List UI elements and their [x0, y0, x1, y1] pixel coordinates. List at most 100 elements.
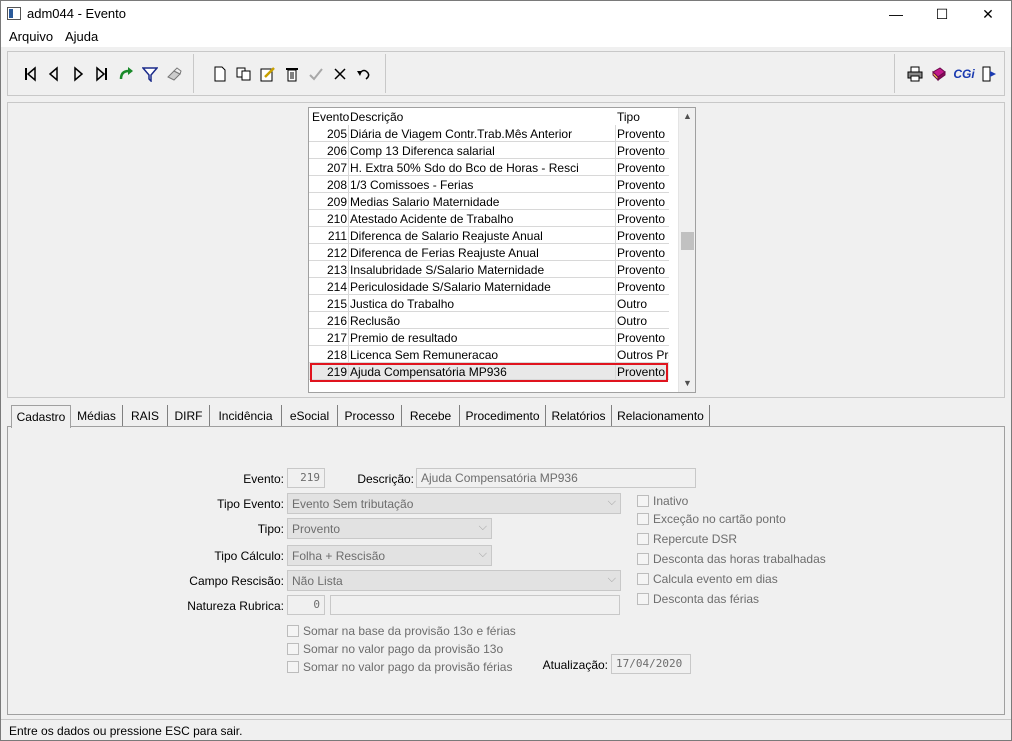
column-divider: [348, 346, 349, 363]
checkbox-icon: [637, 573, 649, 585]
tipo-calculo-select[interactable]: Folha + Rescisão ⌵: [287, 545, 492, 566]
confirm-button[interactable]: [306, 64, 326, 84]
scroll-down-icon[interactable]: ▼: [679, 375, 696, 392]
previous-record-button[interactable]: [44, 64, 64, 84]
print-button[interactable]: [905, 64, 925, 84]
eraser-button[interactable]: [164, 64, 184, 84]
tipo-select[interactable]: Provento ⌵: [287, 518, 492, 539]
tab-cadastro[interactable]: Cadastro: [11, 405, 71, 428]
right-toolbar-group: CGi: [894, 54, 1004, 93]
table-row[interactable]: 212 Diferenca de Ferias Reajuste Anual Pro…: [309, 244, 669, 261]
grid-rows: 205 Diária de Viagem Contr.Trab.Mês Anter…: [309, 125, 669, 380]
copy-button[interactable]: [234, 64, 254, 84]
tipo-evento-select[interactable]: Evento Sem tributação ⌵: [287, 493, 621, 514]
minimize-button[interactable]: —: [873, 1, 919, 27]
close-button[interactable]: ✕: [965, 1, 1011, 27]
tab-processo[interactable]: Processo: [338, 405, 402, 427]
cell-descricao: Justica do Trabalho: [350, 297, 455, 311]
descricao-field[interactable]: Ajuda Compensatória MP936: [416, 468, 696, 488]
table-row[interactable]: 216 Reclusão Outro: [309, 312, 669, 329]
chk-somar-valor-ferias[interactable]: Somar no valor pago da provisão férias: [287, 660, 512, 674]
evento-field[interactable]: 219: [287, 468, 325, 488]
new-button[interactable]: [210, 64, 230, 84]
cancel-button[interactable]: [330, 64, 350, 84]
checkbox-icon: [637, 513, 649, 525]
cell-descricao: Diferenca de Salario Reajuste Anual: [350, 229, 543, 243]
column-header-tipo[interactable]: Tipo: [617, 110, 640, 124]
tab-relacionamento[interactable]: Relacionamento: [612, 405, 710, 427]
tab-rais[interactable]: RAIS: [123, 405, 168, 427]
delete-button[interactable]: [282, 64, 302, 84]
scroll-up-icon[interactable]: ▲: [679, 108, 696, 125]
table-row[interactable]: 215 Justica do Trabalho Outro: [309, 295, 669, 312]
chk-repercute-dsr[interactable]: Repercute DSR: [637, 532, 737, 546]
exit-icon: [982, 66, 996, 82]
scroll-thumb[interactable]: [681, 232, 694, 250]
events-grid[interactable]: Evento Descrição Tipo 205 Diária de Viage…: [308, 107, 696, 393]
column-divider: [348, 125, 349, 142]
tab-medias[interactable]: Médias: [71, 405, 123, 427]
menu-arquivo[interactable]: Arquivo: [9, 29, 53, 44]
column-divider: [615, 278, 616, 295]
campo-rescisao-select[interactable]: Não Lista ⌵: [287, 570, 621, 591]
window-title: adm044 - Evento: [27, 6, 127, 21]
app-icon[interactable]: [7, 7, 21, 20]
table-row[interactable]: 207 H. Extra 50% Sdo do Bco de Horas - Re…: [309, 159, 669, 176]
filter-button[interactable]: [140, 64, 160, 84]
undo-button[interactable]: [354, 64, 374, 84]
checkbox-label: Calcula evento em dias: [653, 572, 778, 586]
column-divider: [348, 363, 349, 380]
checkbox-label: Repercute DSR: [653, 532, 738, 546]
grid-scrollbar[interactable]: ▲ ▼: [678, 108, 695, 392]
chk-somar-valor-13o[interactable]: Somar no valor pago da provisão 13o: [287, 642, 503, 656]
tab-label: RAIS: [130, 409, 159, 423]
cell-tipo: Provento: [617, 263, 666, 277]
table-row[interactable]: 214 Periculosidade S/Salario Maternidade P…: [309, 278, 669, 295]
exit-button[interactable]: [979, 64, 999, 84]
table-row[interactable]: 211 Diferenca de Salario Reajuste Anual Pr…: [309, 227, 669, 244]
column-divider: [348, 244, 349, 261]
table-row[interactable]: 219 Ajuda Compensatória MP936 Provento: [309, 363, 669, 380]
previous-record-icon: [48, 66, 58, 82]
tab-label: DIRF: [174, 409, 203, 423]
refresh-icon: [119, 67, 133, 80]
chk-excecao-cartao-ponto[interactable]: Exceção no cartão ponto: [637, 512, 786, 526]
tab-dirf[interactable]: DIRF: [168, 405, 210, 427]
cell-evento: 211: [327, 229, 347, 243]
table-row[interactable]: 217 Premio de resultado Provento: [309, 329, 669, 346]
table-row[interactable]: 205 Diária de Viagem Contr.Trab.Mês Anter…: [309, 125, 669, 142]
table-row[interactable]: 206 Comp 13 Diferenca salarial Provento: [309, 142, 669, 159]
tab-relatorios[interactable]: Relatórios: [546, 405, 612, 427]
chk-desconta-ferias[interactable]: Desconta das férias: [637, 592, 759, 606]
cell-tipo: Provento: [617, 212, 666, 226]
column-divider: [348, 210, 349, 227]
table-row[interactable]: 218Licenca Sem Remuneracao Outros Pro: [309, 346, 669, 363]
last-record-button[interactable]: [92, 64, 112, 84]
table-row[interactable]: 213 Insalubridade S/Salario Maternidade Pr…: [309, 261, 669, 278]
chk-calcula-em-dias[interactable]: Calcula evento em dias: [637, 572, 778, 586]
edit-button[interactable]: [258, 64, 278, 84]
cell-tipo: Provento: [617, 144, 666, 158]
column-header-evento[interactable]: Evento: [312, 110, 349, 124]
table-row[interactable]: 210 Atestado Acidente de Trabalho Provento: [309, 210, 669, 227]
tab-recebe[interactable]: Recebe: [402, 405, 460, 427]
column-header-descricao[interactable]: Descrição: [350, 110, 403, 124]
tab-procedimento[interactable]: Procedimento: [460, 405, 546, 427]
tab-incidencia[interactable]: Incidência: [210, 405, 282, 427]
next-record-button[interactable]: [68, 64, 88, 84]
refresh-button[interactable]: [116, 64, 136, 84]
table-row[interactable]: 209 Medias Salario Maternidade Provento: [309, 193, 669, 210]
table-row[interactable]: 208 1/3 Comissoes - Ferias Provento: [309, 176, 669, 193]
chk-desconta-horas[interactable]: Desconta das horas trabalhadas: [637, 552, 826, 566]
menu-ajuda[interactable]: Ajuda: [65, 29, 98, 44]
cell-tipo: Provento: [617, 229, 666, 243]
book-button[interactable]: [929, 64, 949, 84]
natureza-rubrica-field[interactable]: 0: [287, 595, 325, 615]
tipo-evento-value: Evento Sem tributação: [292, 497, 414, 511]
chk-somar-base-provisao[interactable]: Somar na base da provisão 13o e férias: [287, 624, 516, 638]
chk-inativo[interactable]: Inativo: [637, 494, 688, 508]
tab-esocial[interactable]: eSocial: [282, 405, 338, 427]
first-record-button[interactable]: [20, 64, 40, 84]
maximize-button[interactable]: ☐: [919, 1, 965, 27]
cgi-button[interactable]: CGi: [953, 64, 975, 84]
